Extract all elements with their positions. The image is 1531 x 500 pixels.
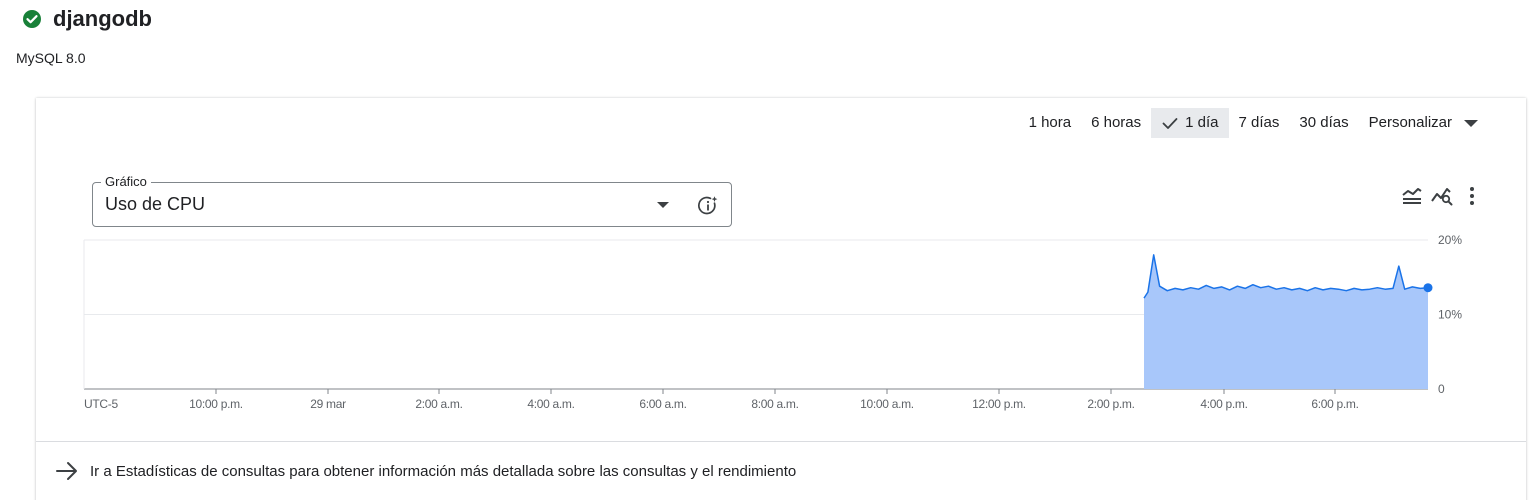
- y-tick-label: 10%: [1438, 308, 1462, 322]
- x-tick-label: 2:00 a.m.: [415, 397, 462, 411]
- x-tick-label: 2:00 p.m.: [1087, 397, 1134, 411]
- x-tick-label: 29 mar: [310, 397, 346, 411]
- metrics-card: 1 hora 6 horas 1 día 7 días 30 días Pers…: [36, 98, 1526, 500]
- arrow-right-icon: [56, 462, 77, 480]
- x-tick-label: 12:00 p.m.: [972, 397, 1026, 411]
- instance-version: MySQL 8.0: [16, 50, 86, 66]
- page-title: djangodb: [53, 6, 152, 31]
- x-tick-label: 10:00 p.m.: [189, 397, 243, 411]
- instance-header: djangodb: [22, 6, 152, 32]
- cpu-area-fill: [1144, 254, 1428, 389]
- query-insights-link[interactable]: Ir a Estadísticas de consultas para obte…: [54, 458, 796, 484]
- y-tick-label: 20%: [1438, 233, 1462, 247]
- check-circle-icon: [23, 10, 41, 28]
- y-tick-label: 0: [1438, 382, 1445, 396]
- x-tick-label: 4:00 a.m.: [527, 397, 574, 411]
- cpu-usage-chart: 20% 10% 0 UTC-5 10:00 p.m. 29 mar 2:00 a.m. 4:0…: [83, 233, 1462, 411]
- x-tick-label: 10:00 a.m.: [860, 397, 914, 411]
- x-tick-label: 6:00 p.m.: [1311, 397, 1358, 411]
- x-tick-label: UTC-5: [84, 397, 118, 411]
- x-tick-label: 6:00 a.m.: [639, 397, 686, 411]
- x-tick-label: 8:00 a.m.: [751, 397, 798, 411]
- x-tick-label: 4:00 p.m.: [1200, 397, 1247, 411]
- divider: [36, 441, 1526, 442]
- cpu-last-point: [1423, 283, 1433, 293]
- query-insights-link-text: Ir a Estadísticas de consultas para obte…: [90, 462, 797, 480]
